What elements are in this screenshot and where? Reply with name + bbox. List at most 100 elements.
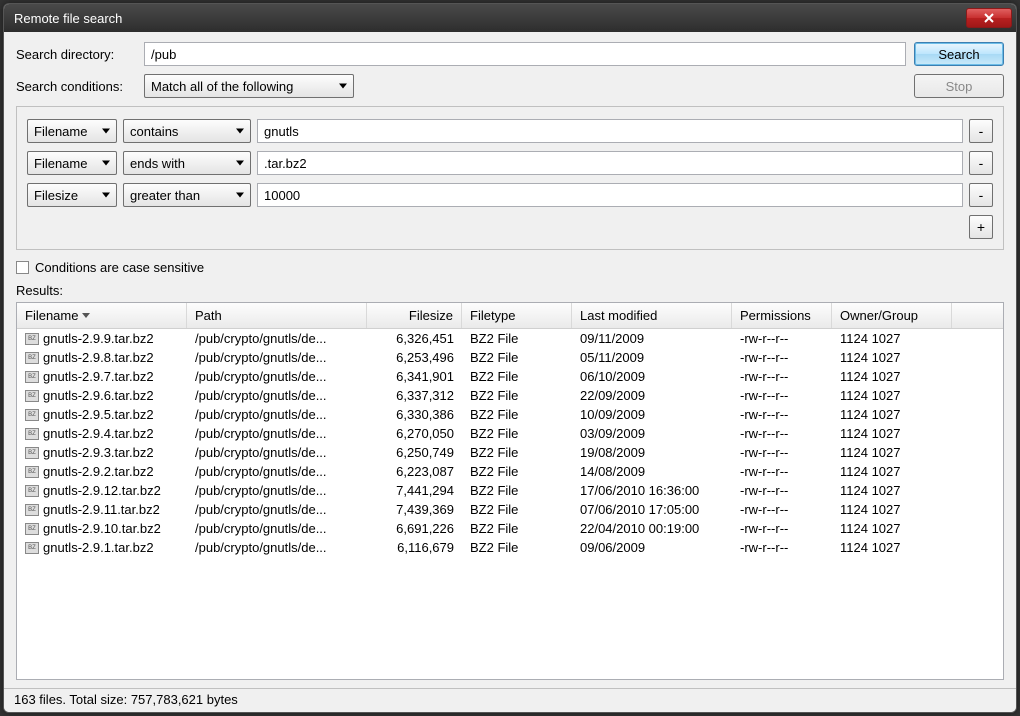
remove-condition-button[interactable]: - (969, 183, 993, 207)
cell-filename: gnutls-2.9.6.tar.bz2 (43, 388, 154, 403)
cell-owner: 1124 1027 (832, 407, 952, 422)
column-header-filename[interactable]: Filename (17, 303, 187, 328)
remove-condition-button[interactable]: - (969, 151, 993, 175)
cell-filesize: 6,337,312 (367, 388, 462, 403)
table-row[interactable]: BZgnutls-2.9.6.tar.bz2/pub/crypto/gnutls… (17, 386, 1003, 405)
cell-filesize: 7,441,294 (367, 483, 462, 498)
condition-value-input[interactable] (257, 183, 963, 207)
add-condition-button[interactable]: + (969, 215, 993, 239)
cell-path: /pub/crypto/gnutls/de... (187, 464, 367, 479)
search-button[interactable]: Search (914, 42, 1004, 66)
cell-filesize: 6,330,386 (367, 407, 462, 422)
cell-owner: 1124 1027 (832, 521, 952, 536)
cell-modified: 22/04/2010 00:19:00 (572, 521, 732, 536)
column-header-owner[interactable]: Owner/Group (832, 303, 952, 328)
file-icon: BZ (25, 352, 39, 364)
cell-modified: 09/06/2009 (572, 540, 732, 555)
table-row[interactable]: BZgnutls-2.9.12.tar.bz2/pub/crypto/gnutl… (17, 481, 1003, 500)
table-row[interactable]: BZgnutls-2.9.1.tar.bz2/pub/crypto/gnutls… (17, 538, 1003, 557)
status-text: 163 files. Total size: 757,783,621 bytes (14, 692, 238, 707)
table-row[interactable]: BZgnutls-2.9.8.tar.bz2/pub/crypto/gnutls… (17, 348, 1003, 367)
cell-permissions: -rw-r--r-- (732, 388, 832, 403)
cell-filetype: BZ2 File (462, 407, 572, 422)
cell-filesize: 6,270,050 (367, 426, 462, 441)
condition-field-select[interactable]: Filename (27, 151, 117, 175)
match-mode-select[interactable]: Match all of the following (144, 74, 354, 98)
cell-filename: gnutls-2.9.2.tar.bz2 (43, 464, 154, 479)
cell-filename: gnutls-2.9.10.tar.bz2 (43, 521, 161, 536)
condition-value-input[interactable] (257, 151, 963, 175)
cell-filetype: BZ2 File (462, 388, 572, 403)
cell-filesize: 6,691,226 (367, 521, 462, 536)
table-row[interactable]: BZgnutls-2.9.2.tar.bz2/pub/crypto/gnutls… (17, 462, 1003, 481)
cell-permissions: -rw-r--r-- (732, 407, 832, 422)
cell-path: /pub/crypto/gnutls/de... (187, 521, 367, 536)
content-area: Search directory: Search Search conditio… (4, 32, 1016, 688)
cell-modified: 03/09/2009 (572, 426, 732, 441)
close-icon (983, 13, 995, 23)
close-button[interactable] (966, 8, 1012, 28)
cell-filename: gnutls-2.9.12.tar.bz2 (43, 483, 161, 498)
condition-value-input[interactable] (257, 119, 963, 143)
file-icon: BZ (25, 542, 39, 554)
conditions-panel: Filenamecontains - Filenameends with - Files… (16, 106, 1004, 250)
cell-filetype: BZ2 File (462, 445, 572, 460)
titlebar[interactable]: Remote file search (4, 4, 1016, 32)
cell-filetype: BZ2 File (462, 540, 572, 555)
file-icon: BZ (25, 409, 39, 421)
cell-filetype: BZ2 File (462, 350, 572, 365)
column-header-filesize[interactable]: Filesize (367, 303, 462, 328)
cell-filename: gnutls-2.9.4.tar.bz2 (43, 426, 154, 441)
table-row[interactable]: BZgnutls-2.9.7.tar.bz2/pub/crypto/gnutls… (17, 367, 1003, 386)
cell-owner: 1124 1027 (832, 331, 952, 346)
condition-field-select[interactable]: Filename (27, 119, 117, 143)
table-row[interactable]: BZgnutls-2.9.10.tar.bz2/pub/crypto/gnutl… (17, 519, 1003, 538)
remove-condition-button[interactable]: - (969, 119, 993, 143)
cell-filename: gnutls-2.9.1.tar.bz2 (43, 540, 154, 555)
table-row[interactable]: BZgnutls-2.9.11.tar.bz2/pub/crypto/gnutl… (17, 500, 1003, 519)
results-body[interactable]: BZ gnutls-2.9.9.tar.bz2/pub/crypto/gnutls… (17, 329, 1003, 679)
cell-filename: gnutls-2.9.9.tar.bz2 (43, 331, 154, 346)
condition-operator-select[interactable]: ends with (123, 151, 251, 175)
cell-permissions: -rw-r--r-- (732, 521, 832, 536)
cell-modified: 17/06/2010 16:36:00 (572, 483, 732, 498)
condition-operator-select[interactable]: greater than (123, 183, 251, 207)
cell-permissions: -rw-r--r-- (732, 369, 832, 384)
cell-owner: 1124 1027 (832, 426, 952, 441)
cell-path: /pub/crypto/gnutls/de... (187, 331, 367, 346)
window-title: Remote file search (14, 11, 966, 26)
cell-modified: 05/11/2009 (572, 350, 732, 365)
cell-filetype: BZ2 File (462, 369, 572, 384)
cell-owner: 1124 1027 (832, 502, 952, 517)
stop-button[interactable]: Stop (914, 74, 1004, 98)
cell-filename: gnutls-2.9.7.tar.bz2 (43, 369, 154, 384)
table-row[interactable]: BZgnutls-2.9.5.tar.bz2/pub/crypto/gnutls… (17, 405, 1003, 424)
column-headers: Filename Path Filesize Filetype Last mod… (17, 303, 1003, 329)
table-row[interactable]: BZgnutls-2.9.4.tar.bz2/pub/crypto/gnutls… (17, 424, 1003, 443)
cell-filename: gnutls-2.9.3.tar.bz2 (43, 445, 154, 460)
cell-modified: 07/06/2010 17:05:00 (572, 502, 732, 517)
cell-path: /pub/crypto/gnutls/de... (187, 407, 367, 422)
column-header-path[interactable]: Path (187, 303, 367, 328)
condition-operator-select[interactable]: contains (123, 119, 251, 143)
cell-modified: 10/09/2009 (572, 407, 732, 422)
cell-filesize: 6,116,679 (367, 540, 462, 555)
cell-owner: 1124 1027 (832, 369, 952, 384)
case-sensitive-checkbox[interactable] (16, 261, 29, 274)
cell-filetype: BZ2 File (462, 426, 572, 441)
cell-modified: 06/10/2009 (572, 369, 732, 384)
column-header-modified[interactable]: Last modified (572, 303, 732, 328)
file-icon: BZ (25, 504, 39, 516)
cell-filesize: 6,250,749 (367, 445, 462, 460)
table-row[interactable]: BZgnutls-2.9.3.tar.bz2/pub/crypto/gnutls… (17, 443, 1003, 462)
search-directory-input[interactable] (144, 42, 906, 66)
column-header-permissions[interactable]: Permissions (732, 303, 832, 328)
column-header-filetype[interactable]: Filetype (462, 303, 572, 328)
file-icon: BZ (25, 371, 39, 383)
statusbar: 163 files. Total size: 757,783,621 bytes (4, 688, 1016, 712)
condition-field-select[interactable]: Filesize (27, 183, 117, 207)
cell-permissions: -rw-r--r-- (732, 445, 832, 460)
cell-filesize: 6,253,496 (367, 350, 462, 365)
table-row[interactable]: BZgnutls-2.9.9.tar.bz2/pub/crypto/gnutls… (17, 329, 1003, 348)
cell-modified: 22/09/2009 (572, 388, 732, 403)
